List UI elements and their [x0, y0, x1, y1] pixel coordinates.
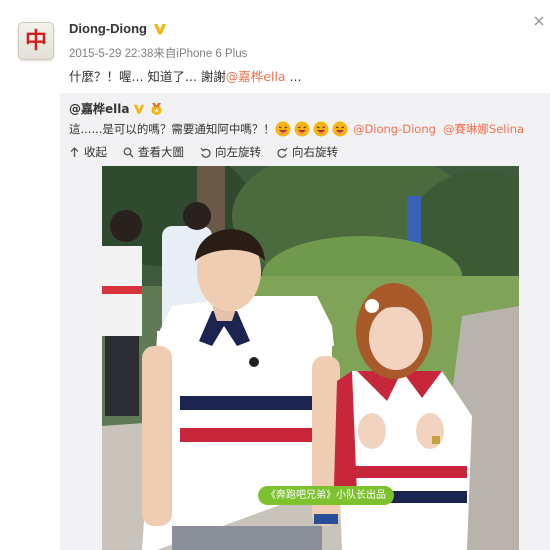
repost-card: @嘉桦ella ★ 這......是可以的嗎？需要通知阿中嗎？！ @Diong-… — [60, 93, 550, 550]
collapse-label: 收起 — [84, 145, 107, 159]
rotate-right-label: 向右旋转 — [292, 145, 338, 159]
close-icon[interactable] — [532, 14, 546, 28]
view-large-button[interactable]: 查看大圖 — [123, 144, 184, 160]
grin-emoji-icon — [332, 121, 348, 137]
mention-link[interactable]: @Diong-Diong — [353, 122, 436, 136]
repost-text: 這......是可以的嗎？需要通知阿中嗎？！ @Diong-Diong @賽琳娜… — [69, 121, 529, 137]
grin-emoji-icon — [275, 121, 291, 137]
image-actions: 收起 查看大圖 向左旋转 向右旋转 — [69, 144, 354, 160]
post-photo[interactable]: 《奔跑吧兄弟》小队长出品 — [102, 166, 519, 550]
mention-link[interactable]: @賽琳娜Selina — [443, 121, 524, 137]
photo-watermark: 《奔跑吧兄弟》小队长出品 — [258, 486, 394, 505]
rotate-left-button[interactable]: 向左旋转 — [200, 144, 261, 160]
verified-badge-icon — [153, 23, 166, 34]
post-text-body: 什麼？！喔... 知道了... 謝謝 — [69, 69, 226, 84]
author-row: Diong-Diong — [69, 21, 167, 36]
avatar-glyph: 中 — [24, 28, 47, 54]
rotate-right-icon — [277, 147, 288, 158]
avatar[interactable]: 中 — [18, 22, 54, 60]
repost-author-row: @嘉桦ella ★ — [69, 100, 164, 117]
mention-link[interactable]: @嘉桦ella — [226, 69, 286, 84]
author-name[interactable]: Diong-Diong — [69, 21, 147, 36]
collapse-button[interactable]: 收起 — [69, 144, 107, 160]
rotate-right-button[interactable]: 向右旋转 — [277, 144, 338, 160]
grin-emoji-icon — [294, 121, 310, 137]
medal-icon: ★ — [151, 102, 162, 115]
post-text: 什麼？！喔... 知道了... 謝謝@嘉桦ella ... — [69, 66, 302, 85]
magnifier-icon — [123, 147, 134, 157]
verified-badge-icon — [134, 104, 145, 114]
emoji-row — [275, 121, 351, 137]
svg-text:★: ★ — [154, 107, 159, 114]
repost-author-name[interactable]: @嘉桦ella — [69, 100, 129, 117]
view-large-label: 查看大圖 — [138, 145, 184, 159]
post-meta: 2015-5-29 22:38来自iPhone 6 Plus — [69, 48, 248, 60]
repost-text-body: 這......是可以的嗎？需要通知阿中嗎？！ — [69, 122, 275, 136]
post-text-ellipsis: ... — [285, 69, 302, 84]
grin-emoji-icon — [313, 121, 329, 137]
rotate-left-icon — [200, 147, 211, 158]
collapse-icon — [70, 146, 79, 157]
rotate-left-label: 向左旋转 — [215, 145, 261, 159]
